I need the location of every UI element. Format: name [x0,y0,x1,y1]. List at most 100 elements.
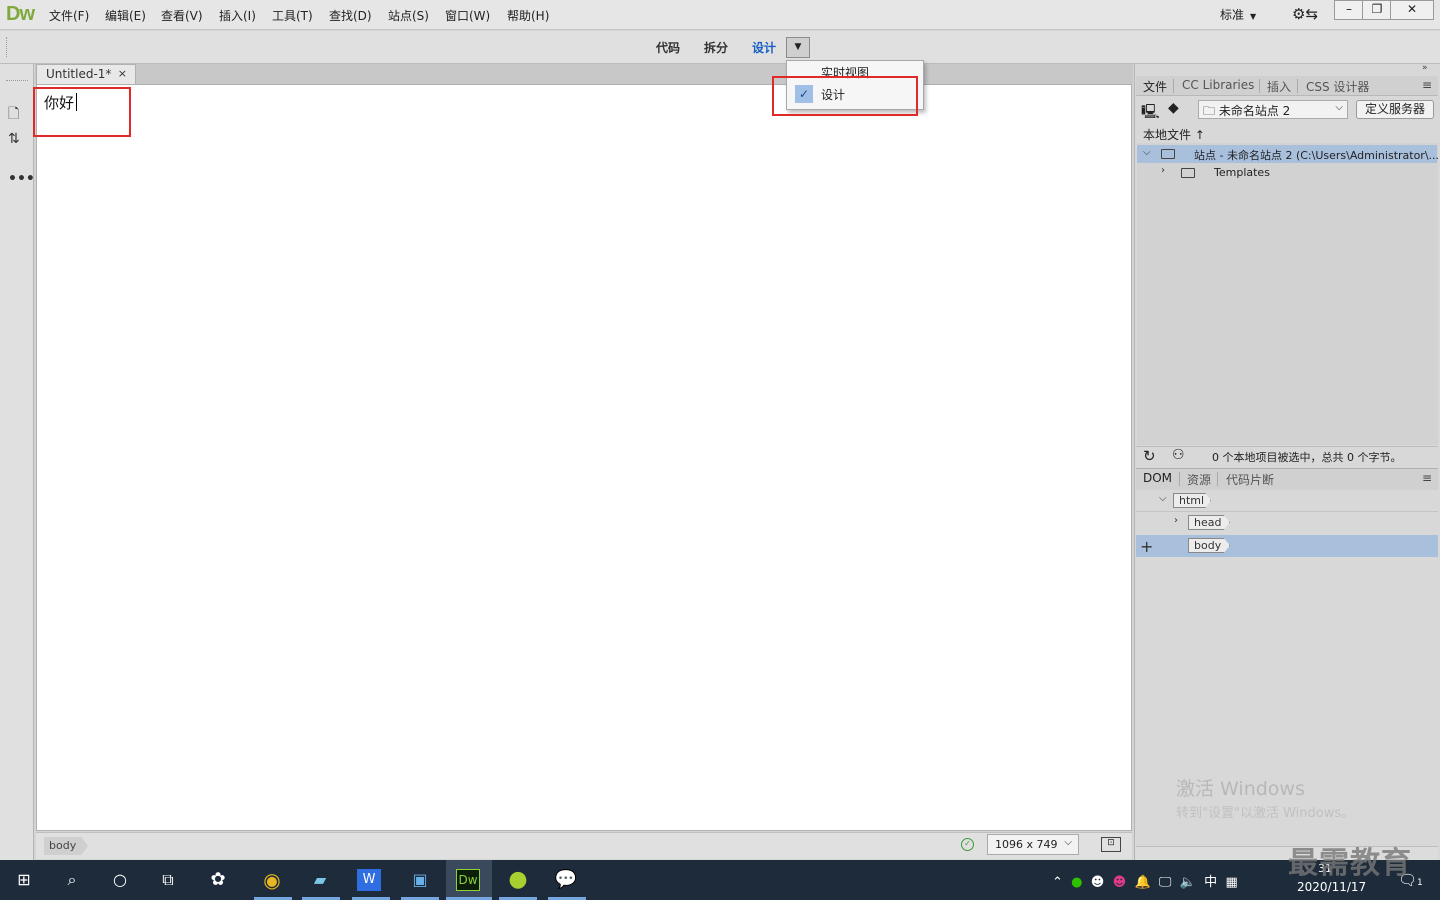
tab-divider [1179,472,1180,486]
chevron-down-icon[interactable]: ⌵ [1143,147,1151,158]
dom-node-html[interactable]: html [1173,493,1211,508]
wechat-tray-icon[interactable]: ● [1071,875,1082,890]
menu-view[interactable]: 查看(V) [161,7,203,24]
files-status-text: 0 个本地项目被选中，总共 0 个字节。 [1212,451,1402,464]
refresh-icon[interactable]: ↻ [1143,447,1156,465]
bell-icon[interactable]: 🔔 [1134,875,1150,890]
wechat-icon[interactable]: 💬 [552,866,580,894]
local-files-header[interactable]: 本地文件 ↑ [1143,126,1205,143]
no-errors-check-icon[interactable]: ✓ [961,838,974,851]
local-files-label: 本地文件 [1143,128,1192,142]
chevron-down-icon: ⌵ [1335,102,1343,113]
chevron-right-icon[interactable]: › [1161,165,1165,176]
dreamweaver-taskbar-icon[interactable]: Dw [456,869,480,891]
define-server-button[interactable]: 定义服务器 [1356,100,1434,119]
tree-row-templates-label[interactable]: Templates [1214,166,1270,179]
split-view-button[interactable]: 拆分 [704,39,728,56]
minimize-button[interactable]: – [1334,0,1364,20]
control-panel-icon[interactable]: ▣ [406,866,434,894]
menu-edit[interactable]: 编辑(E) [105,7,146,24]
more-options-icon[interactable]: ••• [8,171,35,187]
activate-windows-subtitle: 转到"设置"以激活 Windows。 [1176,806,1355,821]
tab-files[interactable]: 文件 [1143,78,1167,95]
dom-node-head[interactable]: head [1188,515,1230,530]
panel-menu-icon[interactable]: ≡ [1422,471,1432,485]
pinwheel-app-icon[interactable]: ✿ [204,866,232,894]
close-icon[interactable]: × [118,67,127,80]
tab-insert[interactable]: 插入 [1267,78,1291,95]
folder-icon [1181,168,1195,178]
chevron-down-icon: ⌵ [1064,837,1072,848]
code-view-button[interactable]: 代码 [656,39,680,56]
menu-window[interactable]: 窗口(W) [445,7,490,24]
window-size-value: 1096 x 749 [995,838,1058,851]
add-element-plus-icon[interactable]: + [1140,537,1153,556]
notepad-app-icon[interactable]: ▰ [306,866,334,894]
cortana-circle-icon[interactable]: ○ [106,866,134,894]
document-tab-title: Untitled-1* [46,67,112,81]
file-management-icon[interactable]: ⇅ [8,131,20,147]
tag-selector-body[interactable]: body [44,837,88,855]
workspace-switcher[interactable]: 标准 ▼ [1220,6,1256,23]
search-icon[interactable]: ⌕ [58,866,86,894]
dom-node-body[interactable]: body [1188,538,1230,553]
chevron-down-icon[interactable]: ⌵ [1159,493,1167,504]
app-green-ball-icon[interactable]: ● [504,866,532,894]
annotation-highlight-box [772,76,918,116]
sync-settings-gear-icon[interactable]: ⚙⇆ [1292,5,1318,23]
tab-snippets[interactable]: 代码片断 [1226,471,1274,488]
workspace-label: 标准 [1220,8,1245,22]
sort-arrow-up-icon: ↑ [1191,128,1205,142]
menu-insert[interactable]: 插入(I) [219,7,256,24]
collapse-panels-icon[interactable]: » [1422,63,1428,73]
chevron-up-icon[interactable]: ⌃ [1052,875,1063,890]
chevron-down-icon: ▼ [1250,12,1257,21]
ime-grid-icon[interactable]: ▦ [1225,875,1237,890]
wps-writer-icon[interactable]: W [357,869,381,891]
window-size-icon[interactable]: ⊡ [1101,837,1121,852]
tab-css-designer[interactable]: CSS 设计器 [1306,78,1369,95]
windows-start-icon[interactable]: ⊞ [10,866,38,894]
menu-site[interactable]: 站点(S) [388,7,429,24]
window-size-select[interactable]: 1096 x 749 ⌵ [987,834,1079,855]
document-tab[interactable]: Untitled-1* × [36,64,136,84]
restore-button[interactable]: ❐ [1362,0,1392,20]
task-view-icon[interactable]: ⧉ [154,866,182,894]
view-mode-dropdown-button[interactable]: ▼ [786,37,810,58]
chevron-right-icon[interactable]: › [1174,515,1178,526]
panel-menu-icon[interactable]: ≡ [1422,78,1432,92]
brand-watermark: 最需教育 [1288,846,1412,881]
git-icon[interactable]: ◆ [1168,100,1179,116]
menu-tools[interactable]: 工具(T) [272,7,313,24]
dom-row-divider [1136,511,1438,512]
toolbar-grip[interactable] [6,80,28,83]
connect-server-icon[interactable]: 🖳 [1141,101,1160,125]
chevron-down-icon: ▼ [794,42,802,52]
qq-tray-icon[interactable]: ☻ [1091,875,1105,890]
file-tree [1137,143,1438,445]
toolbar-grip[interactable] [6,37,8,57]
volume-icon[interactable]: 🔈 [1180,875,1196,890]
chrome-icon[interactable]: ◉ [258,866,286,894]
connection-status-icon[interactable]: ⚇ [1172,447,1185,463]
tab-divider [1297,79,1298,93]
tab-cc-libraries[interactable]: CC Libraries [1182,78,1254,92]
input-language[interactable]: 中 [1204,875,1217,890]
tab-assets[interactable]: 资源 [1187,471,1211,488]
qq-tray-icon[interactable]: ☻ [1113,875,1127,890]
dom-row-selected[interactable] [1136,535,1438,557]
site-select[interactable]: 🗀 未命名站点 2 ⌵ [1198,100,1348,119]
close-window-button[interactable]: ✕ [1390,0,1434,20]
tab-divider [1173,79,1174,93]
system-tray: ⌃ ● ☻ ☻ 🔔 🖵 🔈 中 ▦ [1052,871,1238,890]
clock-date[interactable]: 2020/11/17 [1297,880,1366,894]
tab-dom[interactable]: DOM [1143,471,1172,485]
open-documents-icon[interactable]: 🗋 [8,103,19,127]
menu-help[interactable]: 帮助(H) [507,7,549,24]
menu-find[interactable]: 查找(D) [329,7,372,24]
tab-divider [1259,79,1260,93]
design-view-button[interactable]: 设计 [752,39,776,56]
design-canvas[interactable] [36,84,1132,831]
menu-file[interactable]: 文件(F) [49,7,89,24]
network-icon[interactable]: 🖵 [1159,875,1172,890]
